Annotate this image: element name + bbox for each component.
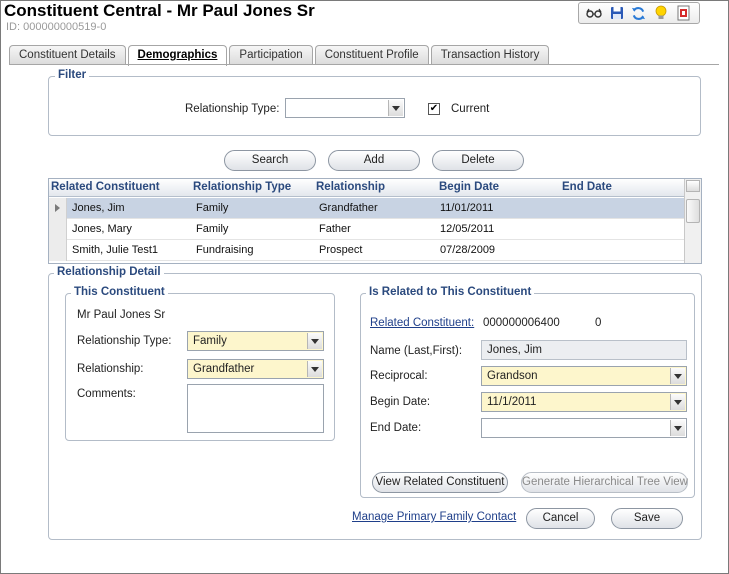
current-checkbox-label: Current — [451, 103, 490, 115]
column-header-begin-date[interactable]: Begin Date — [439, 181, 499, 193]
relationship-select[interactable]: Grandfather — [187, 359, 324, 379]
tab-divider — [9, 64, 719, 65]
chevron-down-icon[interactable] — [670, 420, 685, 436]
filter-relationship-type-label: Relationship Type: — [185, 103, 280, 115]
generate-tree-view-button[interactable]: Generate Hierarchical Tree View — [521, 472, 688, 493]
row-selector[interactable] — [49, 240, 67, 261]
constituent-id: ID: 000000000519-0 — [6, 21, 107, 33]
related-constituent-id: 000000006400 — [483, 317, 560, 329]
cell-begin-date: 12/05/2011 — [440, 223, 495, 235]
row-selector[interactable] — [49, 198, 67, 219]
glasses-icon[interactable] — [586, 5, 602, 21]
cell-relationship: Prospect — [319, 244, 363, 256]
filter-group: Filter Relationship Type: ✔ Current — [48, 69, 701, 136]
related-constituent-suffix: 0 — [595, 317, 602, 329]
row-selector[interactable] — [49, 219, 67, 240]
comments-label: Comments: — [77, 388, 136, 400]
cancel-button[interactable]: Cancel — [526, 508, 595, 529]
table-row[interactable]: Jones, Mary Family Father 12/05/2011 — [49, 219, 685, 240]
cell-related-constituent: Jones, Mary — [72, 223, 132, 235]
view-related-constituent-button[interactable]: View Related Constituent — [372, 472, 508, 493]
relationship-label: Relationship: — [77, 363, 144, 375]
name-label: Name (Last,First): — [370, 345, 463, 357]
chevron-down-icon[interactable] — [307, 361, 322, 377]
cell-related-constituent: Jones, Jim — [72, 202, 125, 214]
begin-date-picker[interactable]: 11/1/2011 — [481, 392, 687, 412]
cell-relationship-type: Family — [196, 202, 229, 214]
end-date-label: End Date: — [370, 422, 422, 434]
end-date-picker[interactable] — [481, 418, 687, 438]
filter-legend: Filter — [55, 69, 90, 81]
grid-scrollbar[interactable] — [684, 179, 701, 263]
chevron-down-icon[interactable] — [307, 333, 322, 349]
cell-relationship: Grandfather — [319, 202, 378, 214]
comments-textarea[interactable] — [187, 384, 324, 433]
relationship-type-label: Relationship Type: — [77, 335, 172, 347]
search-button[interactable]: Search — [224, 150, 316, 171]
cell-related-constituent: Smith, Julie Test1 — [72, 244, 159, 256]
chevron-down-icon[interactable] — [670, 394, 685, 410]
tab-constituent-profile[interactable]: Constituent Profile — [314, 45, 429, 64]
relationship-detail-legend: Relationship Detail — [54, 266, 164, 278]
column-header-related-constituent[interactable]: Related Constituent — [51, 181, 160, 193]
scrollbar-thumb[interactable] — [686, 199, 700, 223]
related-constituent-group: Is Related to This Constituent Related C… — [360, 286, 695, 498]
page-title: Constituent Central - Mr Paul Jones Sr — [4, 1, 315, 20]
tab-transaction-history[interactable]: Transaction History — [430, 45, 550, 64]
lightbulb-icon[interactable] — [653, 5, 669, 21]
relationships-grid: Related Constituent Relationship Type Re… — [48, 178, 702, 264]
toolbar — [578, 2, 700, 24]
manage-primary-family-contact-link[interactable]: Manage Primary Family Contact — [352, 511, 516, 523]
column-header-relationship[interactable]: Relationship — [316, 181, 385, 193]
cell-begin-date: 07/28/2009 — [440, 244, 496, 256]
save-button[interactable]: Save — [611, 508, 683, 529]
table-row[interactable]: Smith, Julie Test1 Fundraising Prospect … — [49, 240, 685, 261]
cell-begin-date: 11/01/2011 — [440, 202, 494, 214]
chevron-down-icon[interactable] — [388, 100, 403, 116]
refresh-icon[interactable] — [631, 5, 647, 21]
this-constituent-group: This Constituent Mr Paul Jones Sr Relati… — [65, 286, 335, 441]
tab-constituent-details[interactable]: Constituent Details — [9, 45, 126, 64]
column-header-relationship-type[interactable]: Relationship Type — [193, 181, 291, 193]
reciprocal-label: Reciprocal: — [370, 370, 428, 382]
this-constituent-legend: This Constituent — [71, 286, 168, 298]
tab-bar: Constituent Details Demographics Partici… — [9, 45, 551, 66]
this-constituent-name: Mr Paul Jones Sr — [77, 309, 166, 321]
tab-demographics[interactable]: Demographics — [127, 45, 228, 66]
related-constituent-legend: Is Related to This Constituent — [366, 286, 535, 298]
scroll-up-icon[interactable] — [686, 180, 700, 192]
reciprocal-select[interactable]: Grandson — [481, 366, 687, 386]
tab-participation[interactable]: Participation — [229, 45, 313, 64]
filter-relationship-type-select[interactable] — [285, 98, 405, 118]
cell-relationship-type: Family — [196, 223, 229, 235]
delete-button[interactable]: Delete — [432, 150, 524, 171]
save-icon[interactable] — [609, 5, 625, 21]
column-header-end-date[interactable]: End Date — [562, 181, 612, 193]
chevron-down-icon[interactable] — [670, 368, 685, 384]
table-row[interactable]: Jones, Jim Family Grandfather 11/01/2011 — [49, 198, 685, 219]
relationship-type-select[interactable]: Family — [187, 331, 324, 351]
row-pointer-icon — [55, 204, 60, 212]
grid-header: Related Constituent Relationship Type Re… — [49, 179, 701, 197]
report-icon[interactable] — [676, 5, 692, 21]
related-name-field: Jones, Jim — [481, 340, 687, 360]
cell-relationship-type: Fundraising — [196, 244, 254, 256]
add-button[interactable]: Add — [328, 150, 420, 171]
current-checkbox[interactable]: ✔ — [428, 103, 440, 115]
begin-date-label: Begin Date: — [370, 396, 431, 408]
related-constituent-link[interactable]: Related Constituent: — [370, 317, 474, 329]
cell-relationship: Father — [319, 223, 351, 235]
